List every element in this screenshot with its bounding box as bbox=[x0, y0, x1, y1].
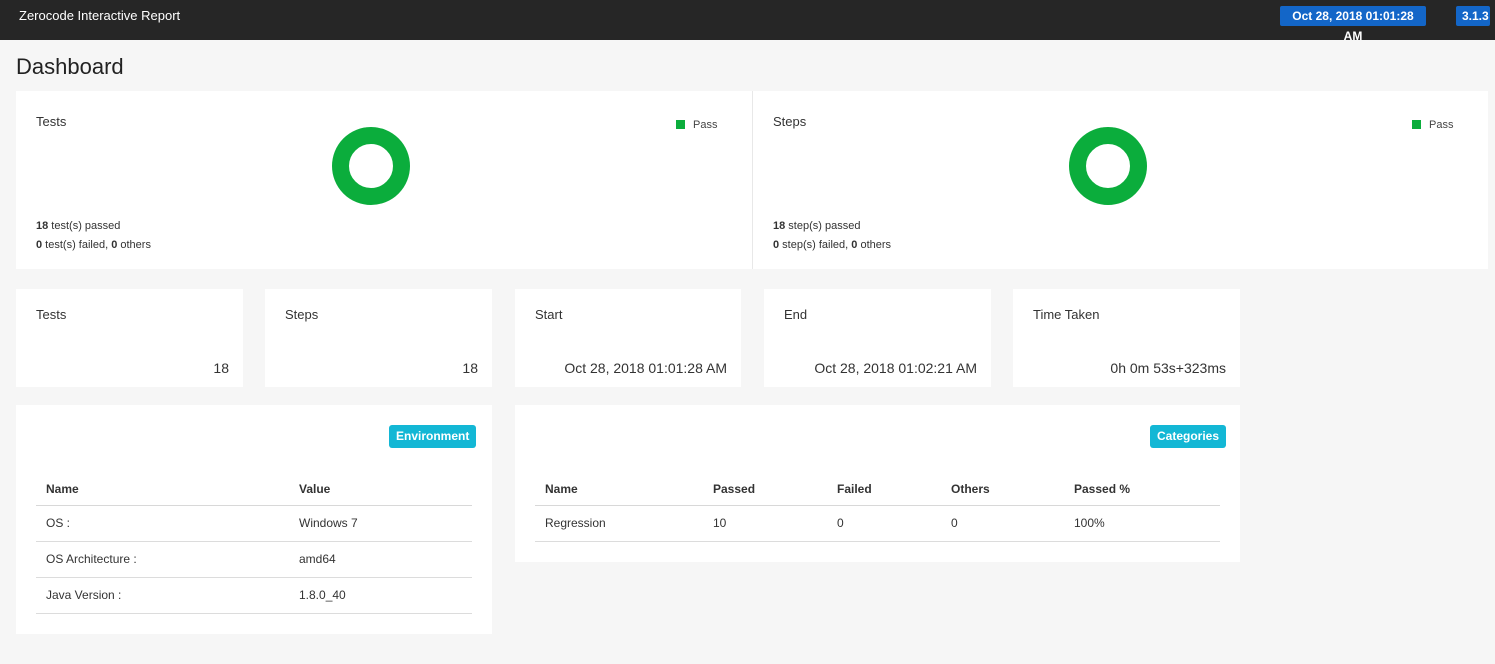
column-header: Others bbox=[941, 474, 1064, 506]
steps-donut-chart bbox=[1069, 127, 1147, 205]
environment-table: Name Value OS : Windows 7 OS Architectur… bbox=[36, 474, 472, 614]
steps-chart-legend[interactable]: Pass bbox=[1412, 119, 1453, 131]
stat-card-time-taken: Time Taken 0h 0m 53s+323ms bbox=[1013, 289, 1240, 387]
app-title: Zerocode Interactive Report bbox=[19, 8, 181, 23]
timestamp-badge: Oct 28, 2018 01:01:28 AM bbox=[1280, 6, 1426, 43]
categories-card: Categories Name Passed Failed Others Pas… bbox=[515, 405, 1240, 562]
category-name-cell: Regression bbox=[535, 505, 703, 542]
table-header-row: Name Passed Failed Others Passed % bbox=[535, 474, 1220, 506]
env-value-cell: amd64 bbox=[289, 541, 472, 578]
top-bar: Zerocode Interactive Report Oct 28, 2018… bbox=[0, 0, 1495, 43]
category-passed-percent-cell: 100% bbox=[1064, 505, 1220, 542]
steps-chart-title: Steps bbox=[773, 114, 807, 129]
legend-label: Pass bbox=[1429, 119, 1454, 131]
category-failed-cell: 0 bbox=[827, 505, 941, 542]
category-passed-cell: 10 bbox=[703, 505, 827, 542]
tests-chart-title: Tests bbox=[36, 114, 67, 129]
categories-table: Name Passed Failed Others Passed % Regre… bbox=[535, 474, 1220, 542]
pass-legend-swatch bbox=[1412, 120, 1421, 129]
column-header: Name bbox=[36, 474, 289, 506]
stat-value: Oct 28, 2018 01:02:21 AM bbox=[814, 360, 977, 376]
steps-summary: 18 step(s) passed 0 step(s) failed, 0 ot… bbox=[773, 220, 892, 251]
page-title: Dashboard bbox=[16, 54, 124, 79]
column-header: Value bbox=[289, 474, 472, 506]
env-name-cell: OS Architecture : bbox=[36, 541, 289, 578]
env-value-cell: 1.8.0_40 bbox=[289, 577, 472, 614]
environment-badge: Environment bbox=[389, 425, 477, 448]
version-badge: 3.1.3 bbox=[1456, 6, 1490, 26]
stat-label: Tests bbox=[36, 307, 67, 322]
column-header: Passed % bbox=[1064, 474, 1220, 506]
table-row: OS : Windows 7 bbox=[36, 505, 472, 542]
tests-chart-legend[interactable]: Pass bbox=[676, 119, 717, 131]
stat-value: Oct 28, 2018 01:01:28 AM bbox=[564, 360, 727, 376]
env-name-cell: OS : bbox=[36, 505, 289, 542]
stat-card-start: Start Oct 28, 2018 01:01:28 AM bbox=[515, 289, 741, 387]
stat-value: 18 bbox=[462, 360, 478, 376]
stat-label: End bbox=[784, 307, 808, 322]
table-row: Java Version : 1.8.0_40 bbox=[36, 577, 472, 614]
column-header: Passed bbox=[703, 474, 827, 506]
table-row: Regression 10 0 0 100% bbox=[535, 505, 1220, 542]
stat-card-steps: Steps 18 bbox=[265, 289, 492, 387]
steps-pass-slice[interactable] bbox=[1069, 127, 1147, 205]
env-name-cell: Java Version : bbox=[36, 577, 289, 614]
table-row: OS Architecture : amd64 bbox=[36, 541, 472, 578]
tests-chart-card: Tests Pass 18 test(s) passed 0 test(s) f… bbox=[16, 91, 752, 269]
tests-donut-chart bbox=[332, 127, 410, 205]
env-value-cell: Windows 7 bbox=[289, 505, 472, 542]
stat-label: Steps bbox=[285, 307, 319, 322]
legend-label: Pass bbox=[693, 119, 718, 131]
tests-pass-slice[interactable] bbox=[332, 127, 410, 205]
table-header-row: Name Value bbox=[36, 474, 472, 506]
tests-summary: 18 test(s) passed 0 test(s) failed, 0 ot… bbox=[36, 220, 151, 251]
stat-label: Time Taken bbox=[1033, 307, 1100, 322]
stat-card-end: End Oct 28, 2018 01:02:21 AM bbox=[764, 289, 991, 387]
stat-value: 0h 0m 53s+323ms bbox=[1110, 360, 1226, 376]
environment-card: Environment Name Value OS : Windows 7 OS… bbox=[16, 405, 492, 634]
categories-badge: Categories bbox=[1150, 425, 1227, 448]
stat-label: Start bbox=[535, 307, 563, 322]
card-divider bbox=[752, 91, 753, 269]
pass-legend-swatch bbox=[676, 120, 685, 129]
stat-card-tests: Tests 18 bbox=[16, 289, 243, 387]
column-header: Failed bbox=[827, 474, 941, 506]
category-others-cell: 0 bbox=[941, 505, 1064, 542]
stat-value: 18 bbox=[213, 360, 229, 376]
steps-chart-card: Steps Pass 18 step(s) passed 0 step(s) f… bbox=[752, 91, 1488, 269]
column-header: Name bbox=[535, 474, 703, 506]
